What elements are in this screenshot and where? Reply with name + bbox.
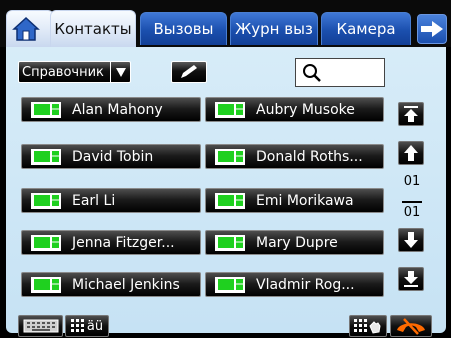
scroll-down-button[interactable] [398, 228, 424, 252]
chevron-down-icon [110, 62, 130, 82]
hangup-button[interactable] [390, 315, 432, 337]
arrow-right-icon [421, 21, 443, 37]
video-call-icon [31, 276, 61, 293]
video-call-icon [215, 148, 245, 165]
contact-name: Aubry Musoke [256, 101, 355, 118]
video-call-icon [31, 148, 61, 165]
tab-calls-label: Вызовы [153, 20, 214, 38]
next-tab-button[interactable] [417, 14, 447, 44]
page-divider [402, 201, 422, 203]
video-call-icon [215, 101, 245, 118]
arrow-up-icon [404, 145, 418, 161]
directory-dropdown[interactable]: Справочник [18, 61, 131, 83]
contact-donald-roths[interactable]: Donald Roths... [205, 144, 384, 169]
contact-alan-mahony[interactable]: Alan Mahony [21, 97, 201, 122]
scroll-top-button[interactable] [398, 102, 424, 126]
video-call-icon [215, 276, 245, 293]
video-call-icon [215, 192, 245, 209]
contact-emi-morikawa[interactable]: Emi Morikawa [205, 188, 384, 213]
contact-name: Emi Morikawa [256, 192, 354, 209]
tab-call-log-label: Журн выз [235, 20, 313, 38]
video-call-icon [31, 234, 61, 251]
contact-michael-jenkins[interactable]: Michael Jenkins [21, 272, 201, 297]
contact-aubry-musoke[interactable]: Aubry Musoke [205, 97, 384, 122]
keyboard-button[interactable] [18, 315, 63, 337]
tab-bar: Контакты Вызовы Журн выз Камера [0, 0, 451, 47]
language-button[interactable]: äü [65, 315, 109, 337]
contact-name: Michael Jenkins [72, 276, 180, 293]
directory-value: Справочник [22, 64, 104, 80]
tab-call-log[interactable]: Журн выз [230, 12, 318, 45]
search-icon [303, 63, 321, 82]
contact-name: Jenna Fitzger... [72, 234, 175, 251]
tab-contacts-label: Контакты [54, 20, 132, 38]
contact-jenna-fitzger[interactable]: Jenna Fitzger... [21, 230, 201, 255]
home-icon [12, 16, 40, 41]
contact-david-tobin[interactable]: David Tobin [21, 144, 201, 169]
contact-name: Donald Roths... [256, 148, 363, 165]
contact-name: David Tobin [72, 148, 154, 165]
dialpad-icon [354, 319, 381, 334]
video-call-icon [215, 234, 245, 251]
keyboard-icon [23, 319, 58, 333]
page-current: 01 [403, 174, 421, 189]
hangup-icon [397, 318, 425, 335]
tab-contacts[interactable]: Контакты [50, 10, 136, 47]
page-total: 01 [403, 205, 421, 220]
contact-vladmir-rog[interactable]: Vladmir Rog... [205, 272, 384, 297]
tab-camera[interactable]: Камера [321, 12, 411, 45]
dialpad-button[interactable] [349, 315, 387, 337]
tab-calls[interactable]: Вызовы [140, 12, 227, 45]
contact-mary-dupre[interactable]: Mary Dupre [205, 230, 384, 255]
tab-home[interactable] [6, 10, 54, 47]
edit-button[interactable] [171, 61, 207, 83]
search-input[interactable] [295, 58, 385, 87]
pencil-icon [181, 65, 197, 78]
video-call-icon [31, 192, 61, 209]
language-icon [70, 319, 84, 332]
arrow-down-icon [404, 232, 418, 248]
scroll-top-icon [404, 106, 418, 122]
contact-name: Alan Mahony [72, 101, 163, 118]
contacts-panel: Справочник Alan Mahony Aubry Musoke Davi… [6, 47, 446, 337]
scroll-bottom-icon [404, 271, 418, 287]
tab-camera-label: Камера [336, 20, 396, 38]
contact-name: Earl Li [72, 192, 116, 209]
scroll-bottom-button[interactable] [398, 267, 424, 291]
scroll-up-button[interactable] [398, 141, 424, 165]
contact-name: Mary Dupre [256, 234, 338, 251]
language-label: äü [86, 318, 104, 334]
video-call-icon [31, 101, 61, 118]
contact-name: Vladmir Rog... [256, 276, 355, 293]
contact-earl-li[interactable]: Earl Li [21, 188, 201, 213]
